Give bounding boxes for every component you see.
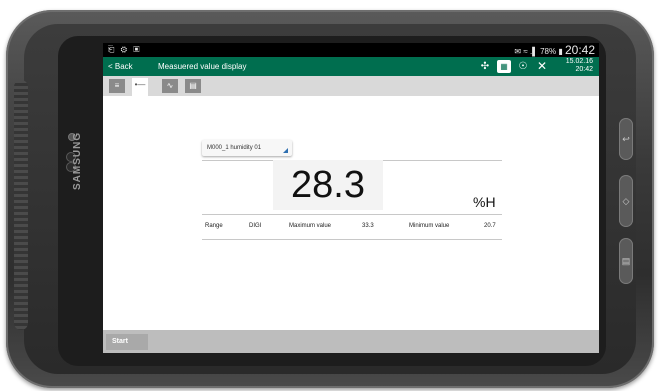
min-label: Minimum value: [409, 223, 450, 229]
battery-icon: ▮: [558, 47, 563, 56]
screen: ⎗ ⚙ ▣ ✉ ≈ .▌ 78% ▮ 20:42 < Back Measuere…: [103, 43, 599, 353]
back-hardware-button[interactable]: ↩: [619, 118, 633, 160]
recent-apps-hardware-button[interactable]: ▤: [619, 238, 633, 284]
chart-icon[interactable]: ▦: [497, 60, 511, 73]
tab-list[interactable]: ≡: [109, 79, 125, 93]
channel-select-value: M000_1 humidity 01: [207, 145, 262, 151]
divider: [202, 214, 502, 215]
tools-icon[interactable]: ✕: [535, 60, 549, 73]
date: 15.02.16: [565, 58, 593, 65]
bottom-bar: Start: [103, 330, 599, 353]
range-label: Range: [205, 223, 223, 229]
bluetooth-icon[interactable]: ☉: [516, 60, 530, 73]
app-bar: < Back Measuered value display ✣ ▦ ☉ ✕ 1…: [103, 57, 599, 76]
page-title: Measuered value display: [158, 62, 247, 71]
home-hardware-button[interactable]: ◇: [619, 175, 633, 227]
tab-value-display[interactable]: •—: [132, 78, 148, 96]
measured-value: 28.3: [273, 160, 383, 210]
system-icons: ✉ ≈ .▌: [514, 47, 538, 56]
side-grip: [14, 80, 28, 330]
tab-report[interactable]: ▤: [185, 79, 201, 93]
date-time: 15.02.16 20:42: [566, 58, 593, 74]
max-value: 33.3: [362, 223, 374, 229]
wrench-icon[interactable]: ✣: [478, 60, 492, 73]
notification-icons: ⎗ ⚙ ▣: [108, 45, 142, 54]
status-bar: ⎗ ⚙ ▣ ✉ ≈ .▌ 78% ▮ 20:42: [103, 43, 599, 57]
battery-percent: 78%: [540, 47, 557, 56]
min-value: 20.7: [484, 223, 496, 229]
range-value: DIGI: [249, 223, 262, 229]
time: 20:42: [575, 66, 593, 73]
start-button[interactable]: Start: [106, 334, 148, 350]
measured-unit: %H: [473, 194, 496, 210]
divider: [202, 239, 502, 240]
back-button[interactable]: < Back: [108, 57, 133, 76]
tab-bar: ≡ •— ∿ ▤: [103, 76, 599, 96]
brand-logo: SAMSUNG: [72, 131, 83, 190]
dropdown-arrow-icon: [283, 148, 288, 153]
main-content: M000_1 humidity 01 28.3 %H Range DIGI Ma…: [103, 96, 599, 330]
max-label: Maximum value: [289, 223, 332, 229]
clock: 20:42: [564, 43, 595, 57]
tab-graph[interactable]: ∿: [162, 79, 178, 93]
channel-select[interactable]: M000_1 humidity 01: [202, 140, 292, 156]
